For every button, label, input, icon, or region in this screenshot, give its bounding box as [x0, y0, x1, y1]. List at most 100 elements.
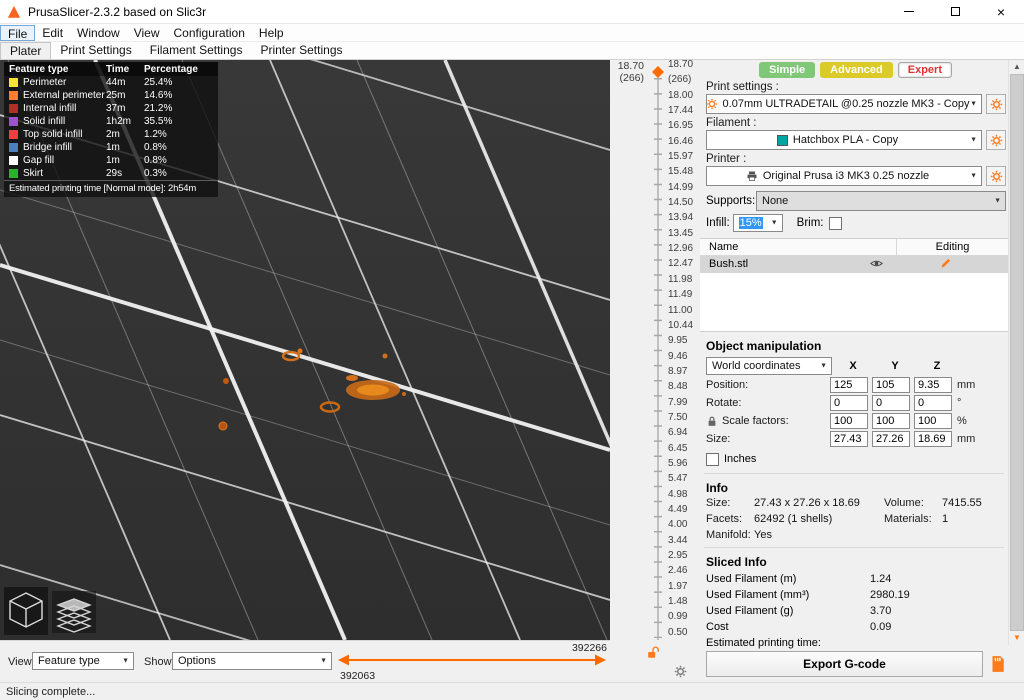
sliced-info-row: Used Filament (mm³) 2980.19 — [706, 587, 1008, 603]
manip-input[interactable] — [914, 431, 952, 448]
menu-help[interactable]: Help — [252, 25, 291, 41]
coordinates-combo[interactable]: World coordinates — [706, 356, 832, 375]
legend-header: Feature type Time Percentage — [4, 62, 218, 76]
object-list-row[interactable]: Bush.stl — [700, 256, 1008, 273]
manip-input[interactable] — [830, 431, 868, 448]
layers-view-icon[interactable] — [52, 591, 96, 633]
layer-tick-label: 6.94 — [668, 427, 688, 439]
export-gcode-button[interactable]: Export G-code — [706, 651, 983, 678]
layer-tick-label: 12.96 — [668, 243, 694, 255]
feature-time: 25m — [106, 90, 126, 101]
mode-button-expert[interactable]: Expert — [897, 62, 952, 78]
infill-combo[interactable]: 15% — [732, 214, 783, 232]
visibility-eye-icon[interactable] — [870, 257, 883, 276]
mode-button-advanced[interactable]: Advanced — [820, 62, 893, 78]
inches-label: Inches — [724, 453, 757, 466]
minimize-icon[interactable] — [886, 0, 932, 23]
printer-combo[interactable]: Original Prusa i3 MK3 0.25 nozzle — [706, 166, 982, 186]
column-header-editing[interactable]: Editing — [897, 241, 1008, 253]
layer-tick-label: 0.50 — [668, 626, 688, 638]
maximize-icon[interactable] — [932, 0, 978, 23]
layer-tick-label: 6.45 — [668, 442, 688, 454]
supports-combo[interactable]: None — [756, 191, 1006, 211]
inches-checkbox[interactable] — [706, 452, 719, 466]
close-icon[interactable]: × — [978, 0, 1024, 23]
layer-tick-label: 3.44 — [668, 534, 688, 546]
layer-slider[interactable] — [650, 62, 666, 644]
info-size-value: 27.43 x 27.26 x 18.69 — [754, 497, 860, 510]
manip-input[interactable] — [914, 377, 952, 394]
layer-tick-label: 15.97 — [668, 151, 694, 163]
legend-row: Bridge infill 1m 0.8% — [4, 141, 218, 154]
menu-bar: File Edit Window View Configuration Help — [0, 24, 1024, 42]
status-bar: Slicing complete... — [0, 682, 1024, 700]
layer-tick-label: 16.95 — [668, 120, 694, 132]
feature-time: 1m — [106, 155, 120, 166]
manip-inputs — [830, 413, 956, 430]
tab-print-settings[interactable]: Print Settings — [51, 42, 140, 59]
view-mode-value: Feature type — [38, 655, 100, 667]
feature-color-swatch — [9, 156, 18, 165]
show-options-value: Options — [178, 655, 216, 667]
print-settings-edit-gear-button[interactable] — [986, 94, 1006, 114]
manip-inputs — [830, 377, 956, 394]
layer-lock-icon[interactable] — [646, 645, 660, 662]
layer-tick-label: 8.97 — [668, 365, 688, 377]
filament-color-swatch — [776, 134, 788, 146]
scale-lock-icon[interactable] — [706, 415, 720, 427]
manip-input[interactable] — [830, 395, 868, 412]
info-materials-value: 1 — [942, 513, 949, 526]
manip-input[interactable] — [872, 413, 910, 430]
print-settings-combo[interactable]: 0.07mm ULTRADETAIL @0.25 nozzle MK3 - Co… — [706, 94, 982, 114]
column-header-name[interactable]: Name — [700, 239, 897, 255]
manip-label: Rotate: — [706, 397, 742, 410]
layer-tick-label: 16.46 — [668, 135, 694, 147]
manip-row-rotate: Rotate: ° — [706, 394, 1008, 412]
manip-input[interactable] — [914, 395, 952, 412]
manip-row-scalefactors: Scale factors:% — [706, 412, 1008, 430]
legend-col-time: Time — [106, 63, 130, 75]
layer-slider-handle[interactable] — [652, 66, 664, 78]
menu-window[interactable]: Window — [70, 25, 127, 41]
manip-input[interactable] — [914, 413, 952, 430]
sliced-label: Used Filament (g) — [706, 605, 794, 618]
title-bar[interactable]: PrusaSlicer-2.3.2 based on Slic3r × — [0, 0, 1024, 24]
filament-combo[interactable]: Hatchbox PLA - Copy — [706, 130, 982, 150]
tab-printer-settings[interactable]: Printer Settings — [251, 42, 351, 59]
manip-input[interactable] — [830, 413, 868, 430]
mode-button-simple[interactable]: Simple — [759, 62, 816, 78]
scroll-up-icon[interactable]: ▲ — [1009, 60, 1024, 74]
manip-input[interactable] — [872, 395, 910, 412]
menu-file[interactable]: File — [0, 24, 36, 41]
manip-input[interactable] — [830, 377, 868, 394]
3d-viewport[interactable]: Feature type Time Percentage Perimeter 44… — [0, 60, 610, 640]
legend-row: Internal infill 37m 21.2% — [4, 102, 218, 115]
manipulation-title: Object manipulation — [706, 339, 822, 354]
tab-filament-settings[interactable]: Filament Settings — [141, 42, 252, 59]
menu-edit[interactable]: Edit — [35, 25, 70, 41]
printer-edit-gear-button[interactable] — [986, 166, 1006, 186]
brim-checkbox[interactable] — [828, 216, 842, 230]
feature-color-swatch — [9, 91, 18, 100]
slider-settings-gear-icon[interactable] — [674, 665, 687, 681]
info-size-label: Size: — [706, 497, 731, 510]
feature-time: 1m — [106, 142, 120, 153]
sliced-label: Estimated printing time: — [706, 637, 821, 650]
horizontal-move-slider[interactable] — [336, 649, 608, 671]
filament-edit-gear-button[interactable] — [986, 130, 1006, 150]
scroll-down-icon[interactable]: ▼ — [1009, 631, 1024, 645]
object-editing-icon[interactable] — [940, 257, 952, 275]
manip-input[interactable] — [872, 377, 910, 394]
menu-view[interactable]: View — [127, 25, 167, 41]
manip-input[interactable] — [872, 431, 910, 448]
panel-scrollbar[interactable]: ▲ ▼ — [1008, 60, 1024, 645]
show-options-combo[interactable]: Options — [172, 652, 332, 670]
scroll-thumb[interactable] — [1010, 74, 1024, 631]
sd-card-icon[interactable] — [988, 653, 1006, 675]
tab-plater[interactable]: Plater — [0, 42, 52, 59]
feature-time: 29s — [106, 168, 123, 179]
view-mode-combo[interactable]: Feature type — [32, 652, 134, 670]
menu-configuration[interactable]: Configuration — [167, 25, 252, 41]
layer-tick-label: 18.00 — [668, 89, 694, 101]
view-cube-icon[interactable] — [4, 587, 48, 635]
